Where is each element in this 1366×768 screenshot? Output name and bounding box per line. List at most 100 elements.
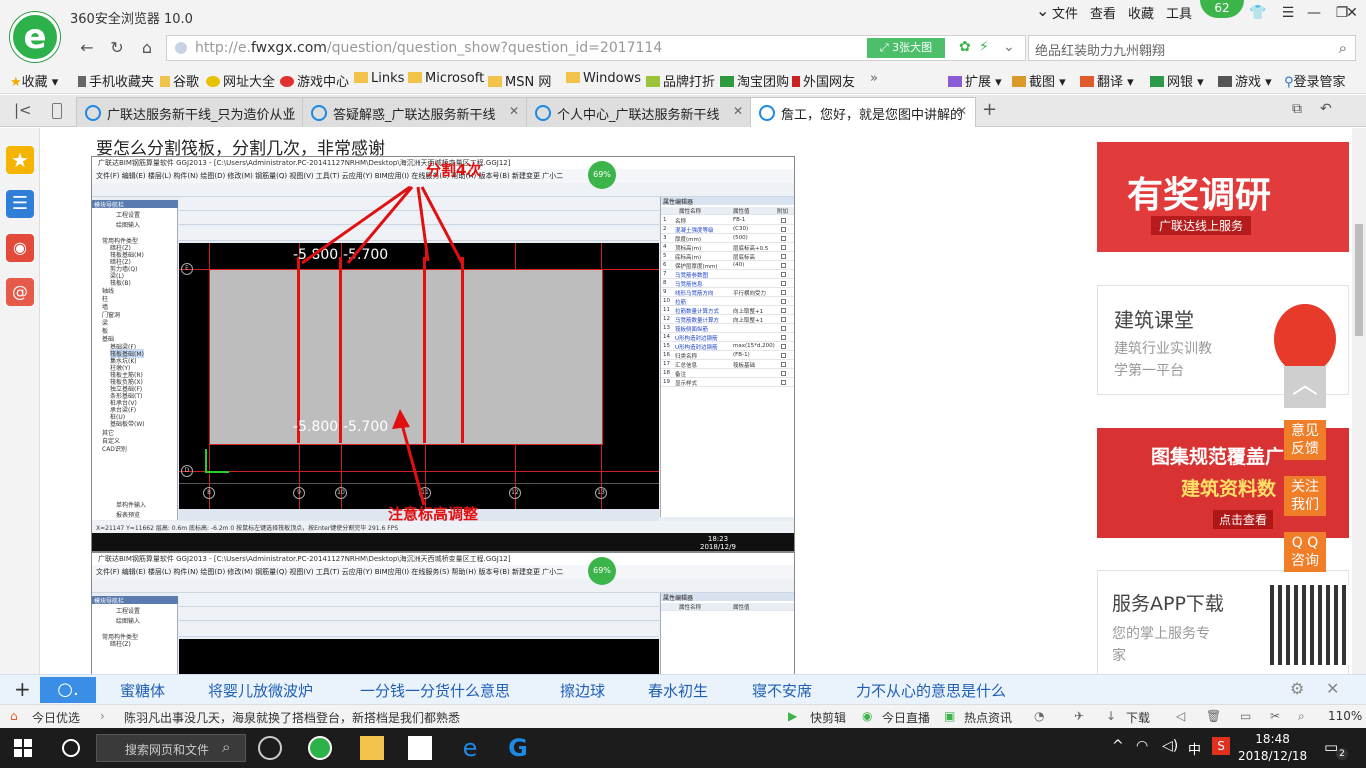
download[interactable]: 下载 xyxy=(1126,709,1150,726)
menu-file[interactable]: 文件 xyxy=(1052,3,1078,22)
cortana-icon[interactable] xyxy=(62,739,80,757)
ad-survey[interactable]: 有奖调研 广联达线上服务 xyxy=(1097,142,1349,252)
app-360browser-icon[interactable] xyxy=(308,736,332,760)
favorites-star-icon[interactable]: ★ xyxy=(6,146,34,174)
menu-tools[interactable]: 工具 xyxy=(1166,3,1192,22)
menu-view[interactable]: 查看 xyxy=(1090,3,1116,22)
list-icon[interactable]: ☰ xyxy=(6,190,34,218)
hot-word[interactable]: 力不从心的意思是什么 xyxy=(856,680,1006,701)
volume-icon[interactable]: ◁) xyxy=(1162,738,1178,754)
pin-icon[interactable]: ✈ xyxy=(1074,709,1084,723)
qq-button[interactable]: Q Q 咨询 xyxy=(1284,532,1326,572)
images-button[interactable]: ⤢ 3张大图 xyxy=(867,38,945,58)
tab-2[interactable]: 答疑解惑_广联达服务新干线 ✕ xyxy=(302,97,528,127)
answer-screenshot-1[interactable]: 广联达BIM钢筋算量软件 GGJ2013 - [C:\Users\Adminis… xyxy=(91,156,795,552)
close-icon[interactable]: ✕ xyxy=(1326,679,1339,698)
lightning-icon[interactable]: ⚡ xyxy=(979,39,989,55)
undo-close-icon[interactable]: ↶ xyxy=(1320,101,1332,117)
close-icon[interactable]: ✕ xyxy=(509,104,519,118)
news-ticker[interactable]: 陈羽凡出事没几天，海泉就换了搭档登台，新搭档是我们都熟悉 xyxy=(124,709,460,726)
bookmark-windows[interactable]: Windows xyxy=(566,71,641,86)
menu-favorites[interactable]: 收藏 xyxy=(1128,3,1154,22)
taskbar-clock[interactable]: 18:48 2018/12/18 xyxy=(1238,731,1307,765)
today-picks[interactable]: 今日优选 xyxy=(32,709,80,726)
sogou-icon[interactable]: S xyxy=(1212,737,1230,755)
sound-icon[interactable]: ◁ xyxy=(1176,709,1185,723)
weibo-icon[interactable]: ◉ xyxy=(6,234,34,262)
toolbar-bank[interactable]: 网银 ▾ xyxy=(1150,71,1204,90)
file-explorer-icon[interactable] xyxy=(360,736,384,760)
hot-word[interactable]: 春水初生 xyxy=(648,680,708,701)
edge-icon[interactable]: e xyxy=(458,736,482,760)
hot-word[interactable]: 擦边球 xyxy=(560,680,605,701)
bookmark-brand[interactable]: 品牌打折 xyxy=(646,71,715,90)
chevron-down-icon[interactable]: ⌄ xyxy=(1003,39,1015,55)
feedback-button[interactable]: 意见 反馈 xyxy=(1284,420,1326,460)
bookmark-microsoft[interactable]: Microsoft xyxy=(408,71,484,86)
ime-indicator[interactable]: 中 xyxy=(1188,739,1201,758)
bookmark-hao[interactable]: 网址大全 xyxy=(206,71,275,90)
search-input[interactable]: 绝品红装助力九州翱翔 xyxy=(1035,40,1165,59)
bookmark-mobile[interactable]: 手机收藏夹 xyxy=(78,71,154,90)
toolbar-extensions[interactable]: 扩展 ▾ xyxy=(948,71,1002,90)
chevron-down-icon[interactable]: ⌄ xyxy=(1036,1,1049,20)
glodon-app-icon[interactable]: G xyxy=(506,736,530,760)
email-icon[interactable]: @ xyxy=(6,278,34,306)
search-icon[interactable]: ⌕ xyxy=(1339,39,1347,57)
wifi-icon[interactable]: ◠ xyxy=(1136,738,1148,754)
collapse-icon[interactable]: |< xyxy=(14,101,32,119)
tree-item[interactable]: 绘图输入 xyxy=(116,616,140,625)
follow-button[interactable]: 关注 我们 xyxy=(1284,476,1326,516)
bookmark-foreign[interactable]: 外国网友 xyxy=(792,71,855,90)
cut-icon[interactable]: ✂ xyxy=(1270,709,1280,723)
bookmark-links[interactable]: Links xyxy=(354,71,404,86)
tree-item[interactable]: 工程设置 xyxy=(116,606,140,615)
hot-news[interactable]: 热点资讯 xyxy=(964,709,1012,726)
hot-word[interactable]: 将婴儿放微波炉 xyxy=(208,680,313,701)
hot-word[interactable]: 蜜糖体 xyxy=(120,680,165,701)
windows-start-icon[interactable] xyxy=(14,739,32,757)
menu-icon[interactable]: ☰ xyxy=(1274,2,1302,26)
zoom-icon[interactable]: ⌕ xyxy=(1298,709,1305,724)
quick-edit[interactable]: 快剪辑 xyxy=(810,709,846,726)
minimize-button[interactable]: — xyxy=(1300,2,1328,26)
url-text[interactable]: http://e.fwxgx.com/question/question_sho… xyxy=(195,40,662,56)
ad-atlas-button[interactable]: 点击查看 xyxy=(1213,510,1274,529)
page-scrollbar[interactable] xyxy=(1352,128,1366,674)
add-icon[interactable]: + xyxy=(14,677,31,701)
tab-3[interactable]: 个人中心_广联达服务新干线 ✕ xyxy=(526,97,752,127)
close-icon[interactable]: ✕ xyxy=(285,104,295,118)
hot-word[interactable]: 一分钱一分货什么意思 xyxy=(360,680,510,701)
account-badge[interactable]: 62 xyxy=(1200,0,1244,18)
window-icon[interactable]: ▭ xyxy=(1240,709,1251,723)
close-icon[interactable]: ✕ xyxy=(957,104,967,118)
toolbar-login[interactable]: ⚲登录管家 xyxy=(1284,71,1346,90)
tab-list-icon[interactable]: ⧉ xyxy=(1292,101,1302,117)
bookmark-games[interactable]: 游戏中心 xyxy=(280,71,349,90)
ad-app[interactable]: 服务APP下载 您的掌上服务专 家 xyxy=(1097,570,1350,674)
search-o-icon[interactable]: ○. xyxy=(40,677,96,703)
close-icon[interactable]: ✕ xyxy=(733,104,743,118)
toolbar-translate[interactable]: 翻译 ▾ xyxy=(1080,71,1134,90)
home-icon[interactable]: ⌂ xyxy=(136,37,158,59)
bookmark-favorites[interactable]: ★收藏 ▾ xyxy=(10,71,58,90)
gear-icon[interactable]: ⚙ xyxy=(1290,679,1304,698)
new-tab-button[interactable]: + xyxy=(982,99,997,120)
trash-icon[interactable]: 🗑 xyxy=(1206,709,1221,723)
scroll-top-button[interactable]: ︿ xyxy=(1284,366,1326,408)
more-icon[interactable]: » xyxy=(870,71,878,86)
search-icon[interactable]: ⌕ xyxy=(222,738,230,756)
scrollbar-thumb[interactable] xyxy=(1355,224,1363,336)
hot-word[interactable]: 寝不安席 xyxy=(752,680,812,701)
zoom-level[interactable]: 110% xyxy=(1328,709,1362,723)
toolbar-games[interactable]: 游戏 ▾ xyxy=(1218,71,1272,90)
tab-1[interactable]: 广联达服务新干线_只为造价从业 ✕ xyxy=(76,97,304,127)
tab-4[interactable]: 詹工，您好，就是您图中讲解的 ✕ xyxy=(750,97,976,127)
skin-icon[interactable]: 👕 xyxy=(1244,2,1272,26)
app-360-icon[interactable] xyxy=(258,736,282,760)
browser-logo-icon[interactable]: e xyxy=(10,12,60,62)
chevron-up-icon[interactable]: ^ xyxy=(1112,738,1124,754)
today-live[interactable]: 今日直播 xyxy=(882,709,930,726)
mobile-icon[interactable] xyxy=(52,103,62,119)
speedup-icon[interactable]: ◔ xyxy=(1034,709,1044,723)
